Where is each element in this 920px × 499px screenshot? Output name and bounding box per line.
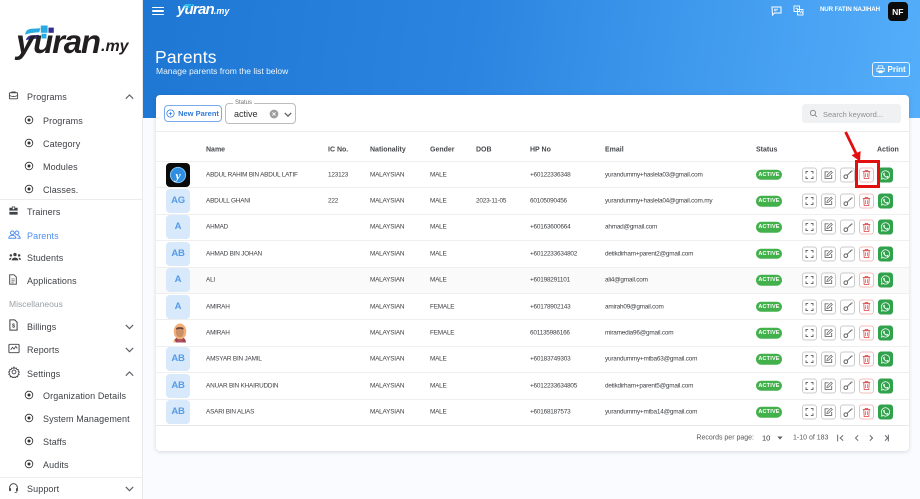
svg-text:y: y <box>173 168 181 182</box>
svg-text:$: $ <box>12 324 15 330</box>
